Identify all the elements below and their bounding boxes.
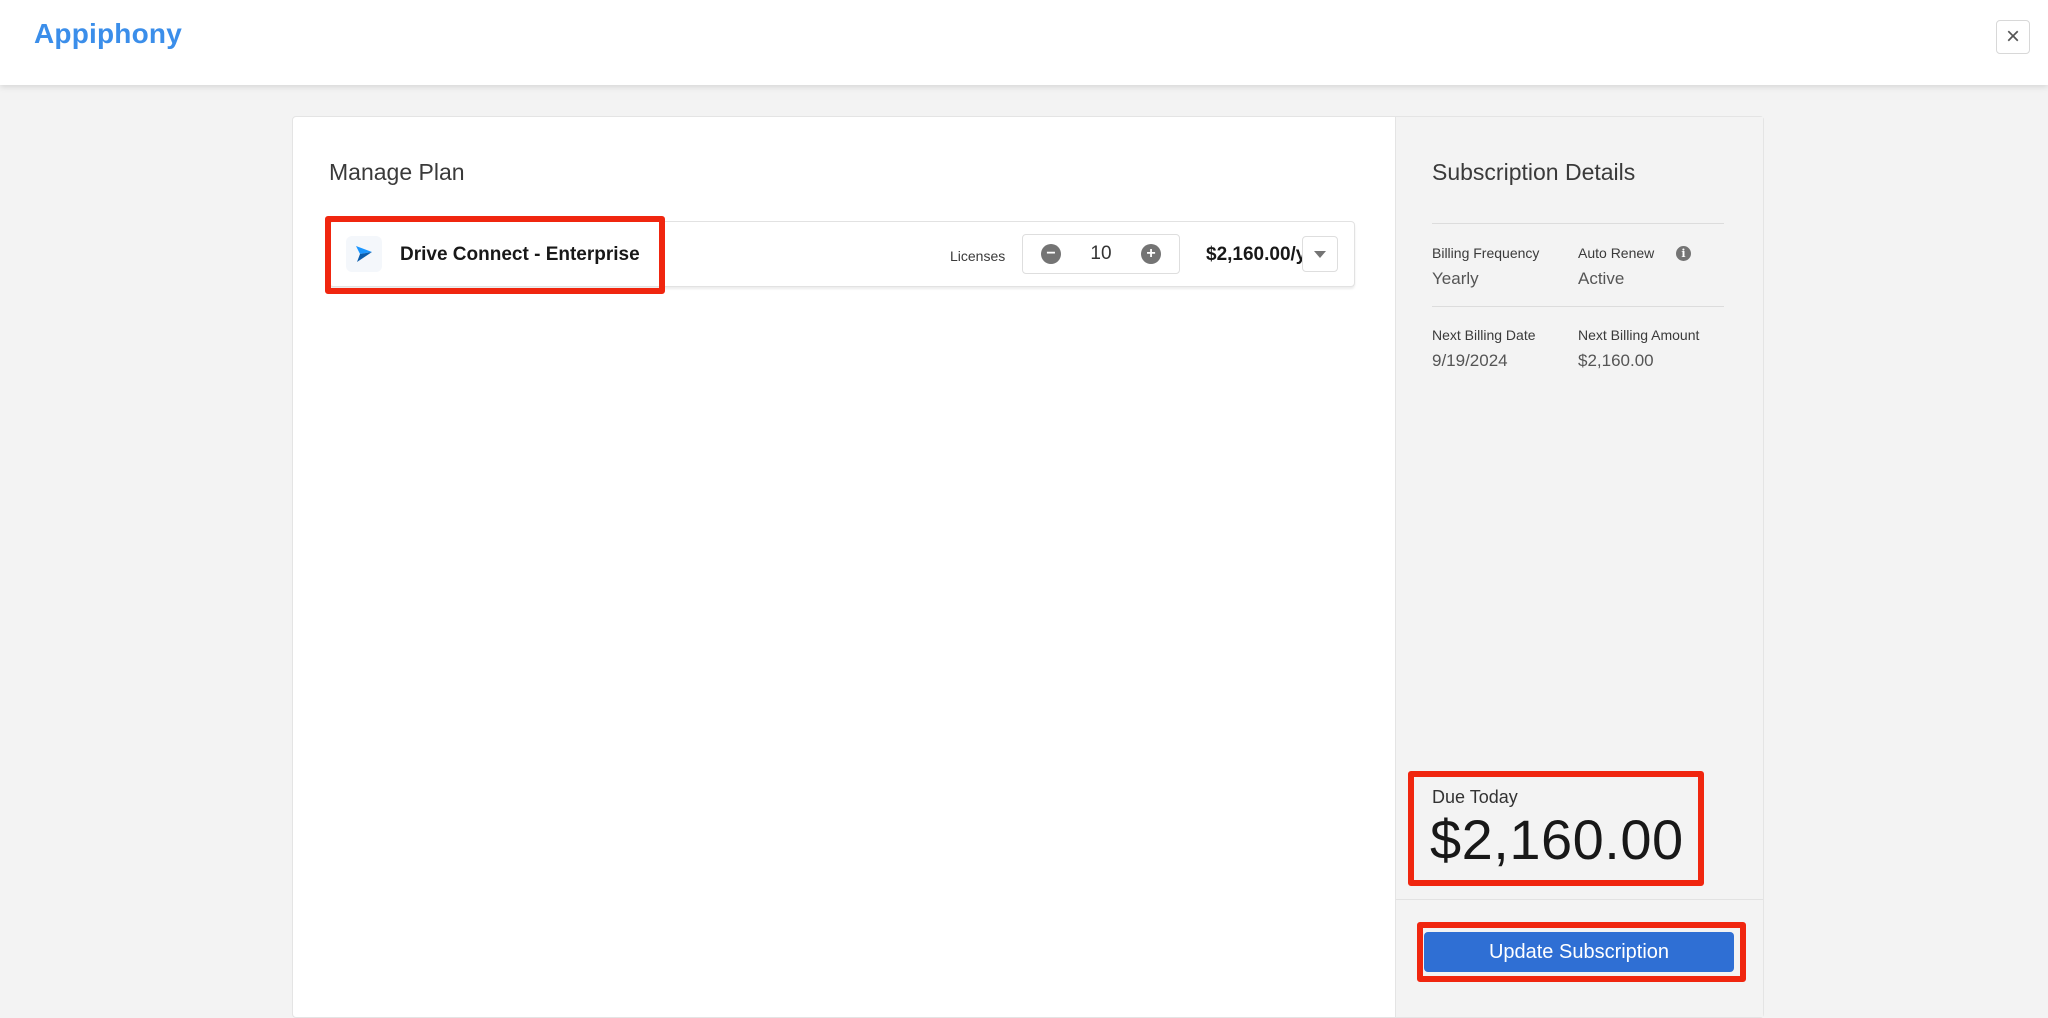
subscription-details-panel: Subscription Details Billing Frequency Y… [1395,117,1763,1017]
increment-symbol: + [1146,245,1156,262]
minus-circle-icon[interactable]: − [1041,244,1061,264]
product-row: Drive Connect - Enterprise Licenses − 10… [329,221,1355,287]
update-subscription-button[interactable]: Update Subscription [1424,932,1734,972]
due-today-amount: $2,160.00 [1430,808,1684,871]
licenses-label: Licenses [950,248,1006,264]
info-icon[interactable]: i [1676,246,1691,261]
product-options-dropdown[interactable] [1302,236,1338,272]
brand-logo[interactable]: Appiphony [34,18,182,50]
subscription-details-title: Subscription Details [1432,159,1636,185]
divider [1432,306,1724,307]
info-symbol: i [1681,247,1686,260]
billing-frequency-value: Yearly [1432,269,1479,288]
next-billing-amount-value: $2,160.00 [1578,351,1654,370]
auto-renew-label: Auto Renew [1578,245,1655,261]
licenses-value[interactable]: 10 [1063,243,1139,265]
close-button[interactable]: × [1996,20,2030,54]
next-billing-date-value: 9/19/2024 [1432,351,1508,370]
close-icon: × [2005,23,2020,50]
manage-plan-title: Manage Plan [329,159,465,185]
product-name: Drive Connect - Enterprise [400,244,640,265]
chevron-down-icon [1314,250,1326,258]
licenses-stepper: − 10 + [1022,234,1180,274]
decrement-symbol: − [1046,245,1056,262]
billing-frequency-label: Billing Frequency [1432,245,1540,261]
top-bar: Appiphony × [0,0,2048,85]
divider [1432,223,1724,224]
drive-connect-logo-icon [346,236,382,272]
auto-renew-value: Active [1578,269,1625,288]
manage-plan-panel: Manage Plan Drive Connect - Enterprise L… [293,117,1395,1017]
product-price: $2,160.00/yr [1206,244,1314,265]
next-billing-amount-label: Next Billing Amount [1578,327,1700,343]
divider [1396,899,1763,900]
plus-circle-icon[interactable]: + [1141,244,1161,264]
due-today-label: Due Today [1432,787,1518,807]
subscription-card: Manage Plan Drive Connect - Enterprise L… [292,116,1764,1018]
next-billing-date-label: Next Billing Date [1432,327,1536,343]
